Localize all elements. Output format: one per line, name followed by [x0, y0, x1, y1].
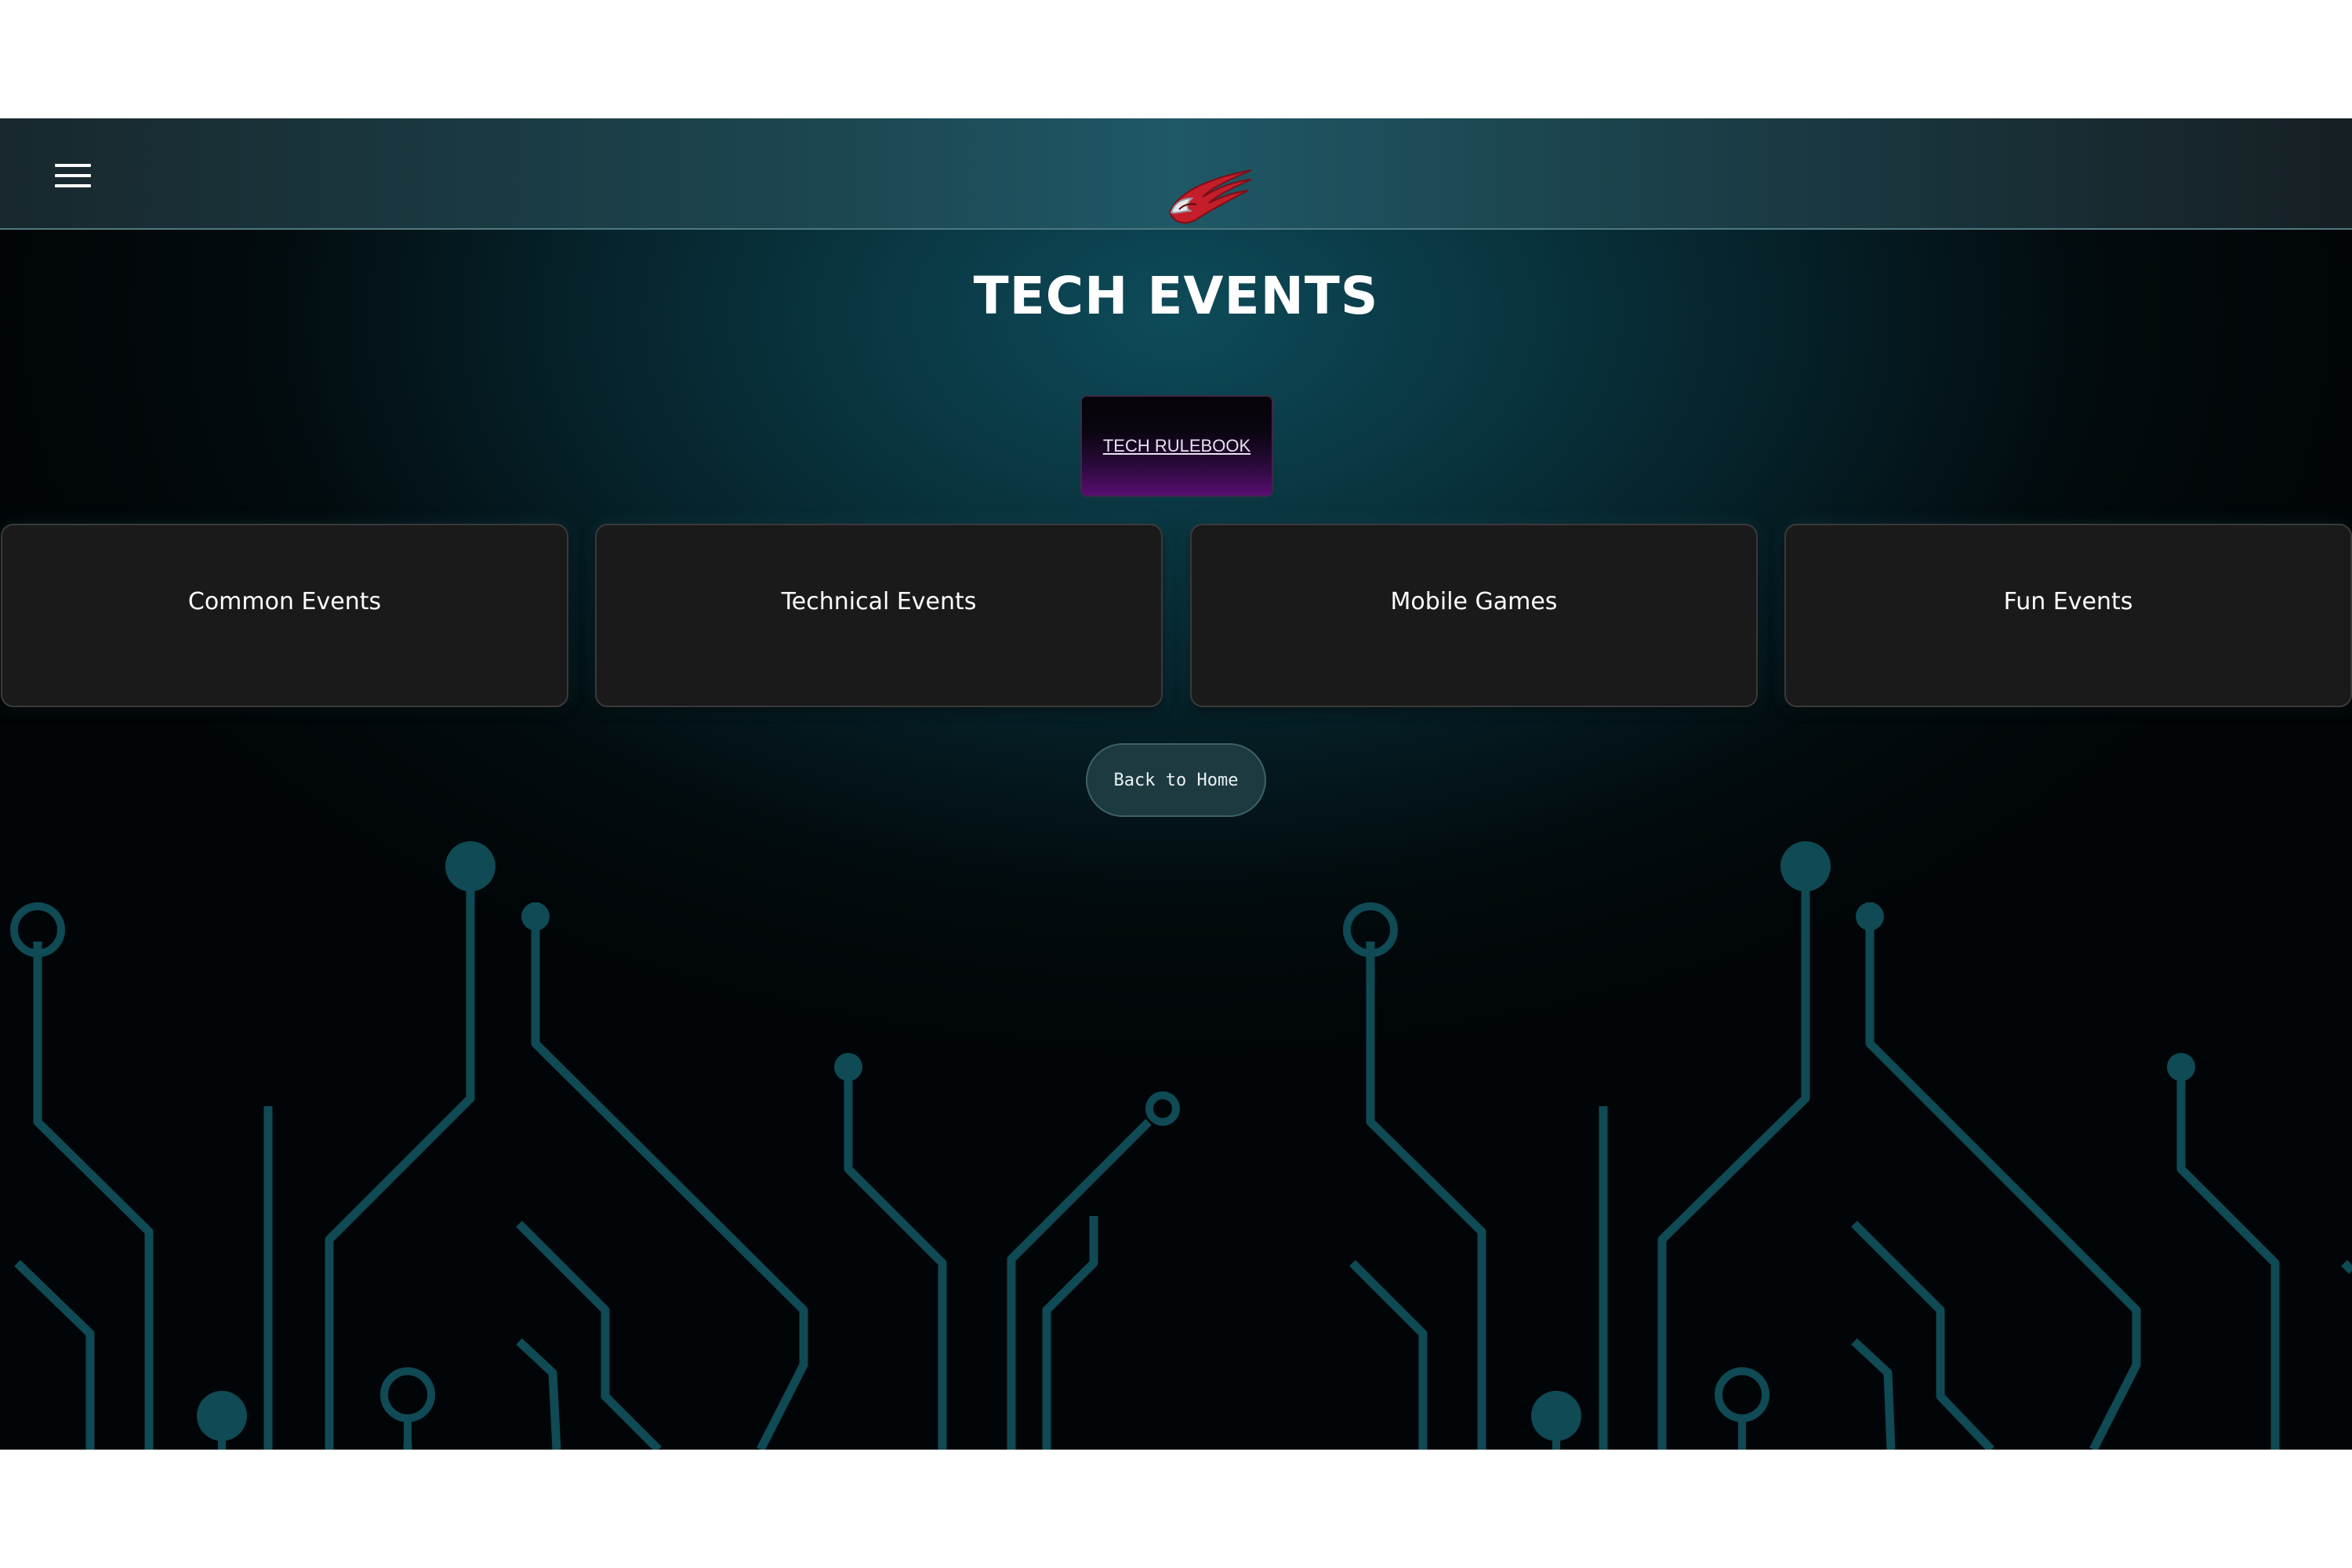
top-navbar [0, 118, 2352, 230]
page-viewport: TECH EVENTS TECH RULEBOOK Common Events … [0, 118, 2352, 1450]
technical-events-card[interactable]: Technical Events [595, 524, 1163, 707]
fun-events-card[interactable]: Fun Events [1784, 524, 2352, 707]
card-label: Common Events [187, 588, 382, 615]
card-label: Technical Events [781, 588, 977, 615]
tech-rulebook-link[interactable]: TECH RULEBOOK [1103, 436, 1250, 456]
hamburger-menu-icon[interactable] [55, 164, 91, 187]
common-events-card[interactable]: Common Events [1, 524, 568, 707]
tech-rulebook-button[interactable]: TECH RULEBOOK [1080, 395, 1273, 497]
page-title: TECH EVENTS [973, 266, 1379, 326]
card-label: Mobile Games [1390, 588, 1558, 615]
mobile-games-card[interactable]: Mobile Games [1190, 524, 1758, 707]
back-to-home-button[interactable]: Back to Home [1086, 743, 1266, 817]
red-wing-logo[interactable] [1163, 164, 1254, 230]
card-label: Fun Events [2003, 588, 2133, 615]
